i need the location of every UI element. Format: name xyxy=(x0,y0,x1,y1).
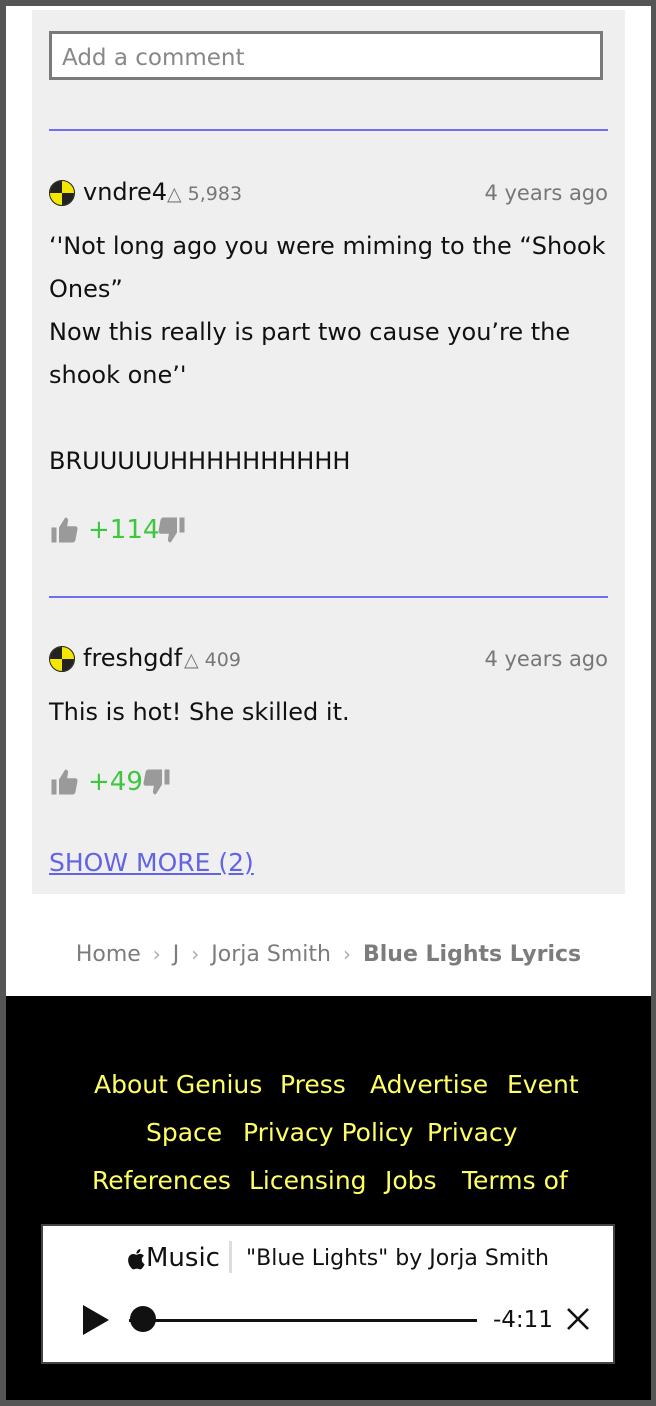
footer-link[interactable]: Press xyxy=(280,1070,346,1099)
close-icon[interactable] xyxy=(565,1306,591,1332)
footer-link[interactable]: Advertise xyxy=(370,1070,488,1099)
footer-link[interactable]: About Genius xyxy=(94,1070,262,1099)
breadcrumb-artist[interactable]: Jorja Smith xyxy=(211,942,331,967)
footer-link[interactable]: Event xyxy=(507,1070,579,1099)
user-iq-badge: △ 5,983 xyxy=(167,183,243,205)
comment-username[interactable]: vndre4 xyxy=(83,178,167,206)
breadcrumb-home[interactable]: Home xyxy=(76,942,141,967)
breadcrumb-current: Blue Lights Lyrics xyxy=(362,942,582,967)
track-title: "Blue Lights" by Jorja Smith xyxy=(246,1246,549,1271)
progress-knob[interactable] xyxy=(130,1306,156,1332)
play-icon[interactable] xyxy=(79,1304,111,1336)
comments-section: Add a comment vndre4 △ 5,983 4 years ago… xyxy=(32,10,625,894)
comment-item: vndre4 △ 5,983 4 years ago ‘'Not long ag… xyxy=(49,178,608,483)
apple-logo-icon xyxy=(128,1249,145,1270)
page-frame: Add a comment vndre4 △ 5,983 4 years ago… xyxy=(6,6,651,1400)
breadcrumb-letter[interactable]: J xyxy=(173,942,180,967)
player-divider xyxy=(229,1241,232,1273)
comment-timestamp[interactable]: 4 years ago xyxy=(484,181,608,205)
footer-link[interactable]: Space xyxy=(146,1118,222,1147)
breadcrumb-separator: › xyxy=(152,942,161,966)
progress-track[interactable] xyxy=(129,1319,477,1322)
add-comment-input[interactable]: Add a comment xyxy=(49,31,603,80)
comment-divider xyxy=(49,129,608,131)
user-iq-badge: △ 409 xyxy=(184,649,241,671)
music-player: Music "Blue Lights" by Jorja Smith -4:11 xyxy=(41,1224,615,1364)
footer-link[interactable]: References xyxy=(92,1166,231,1195)
thumbs-up-icon[interactable] xyxy=(49,767,79,797)
breadcrumb-separator: › xyxy=(342,942,351,966)
vote-score: +114 xyxy=(88,515,160,545)
comment-timestamp[interactable]: 4 years ago xyxy=(484,647,608,671)
footer-link[interactable]: Privacy Policy xyxy=(243,1118,413,1147)
comment-divider xyxy=(49,596,608,598)
footer-link[interactable]: Privacy xyxy=(427,1118,518,1147)
show-more-link[interactable]: SHOW MORE (2) xyxy=(49,848,254,877)
breadcrumb: Home › J › Jorja Smith › Blue Lights Lyrics xyxy=(6,942,651,967)
thumbs-down-icon[interactable] xyxy=(157,515,187,545)
footer-link[interactable]: Terms of xyxy=(462,1166,568,1195)
footer-link[interactable]: Jobs xyxy=(385,1166,437,1195)
time-remaining: -4:11 xyxy=(493,1307,553,1333)
comment-item: freshgdf △ 409 4 years ago This is hot! … xyxy=(49,644,608,734)
user-avatar-icon[interactable] xyxy=(49,180,75,206)
site-footer: About Genius Press Advertise Event Space… xyxy=(6,996,651,1400)
comment-username[interactable]: freshgdf xyxy=(83,644,182,672)
thumbs-up-icon[interactable] xyxy=(49,515,79,545)
vote-score: +49 xyxy=(88,767,143,797)
user-avatar-icon[interactable] xyxy=(49,646,75,672)
footer-link[interactable]: Licensing xyxy=(249,1166,367,1195)
comment-body: This is hot! She skilled it. xyxy=(49,698,350,726)
comment-body: ‘'Not long ago you were miming to the “S… xyxy=(49,232,606,475)
breadcrumb-separator: › xyxy=(191,942,200,966)
comment-votes: +49 xyxy=(49,767,249,801)
thumbs-down-icon[interactable] xyxy=(142,767,172,797)
comment-votes: +114 xyxy=(49,515,249,549)
